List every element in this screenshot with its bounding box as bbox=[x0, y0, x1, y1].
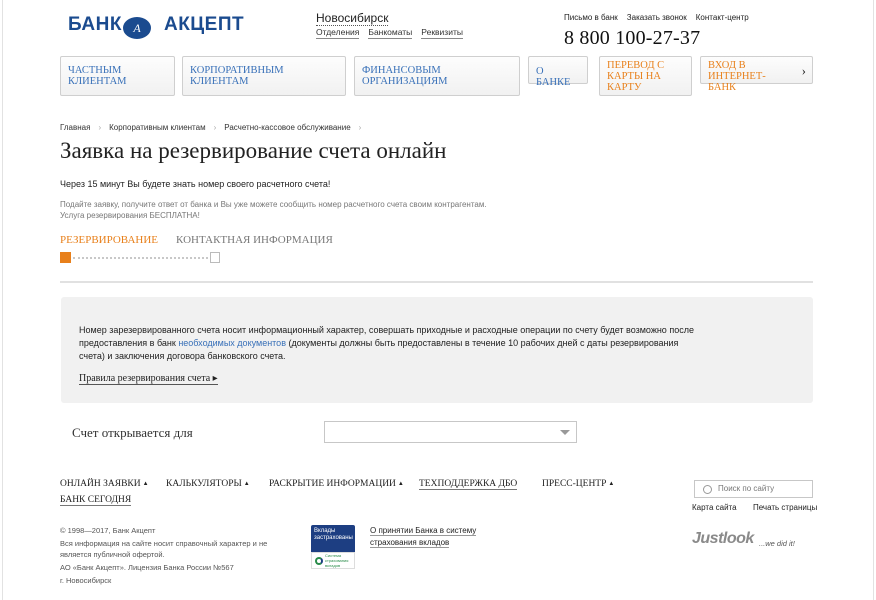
sub-navigation: Отделения Банкоматы Реквизиты bbox=[316, 27, 463, 39]
sitemap-link[interactable]: Карта сайта bbox=[692, 503, 737, 512]
deposit-insurance-line1: О принятии Банка в систему bbox=[370, 526, 477, 536]
menu-about[interactable]: О БАНКЕ bbox=[528, 56, 588, 88]
logo-mark: A bbox=[123, 17, 151, 39]
page-note: Подайте заявку, получите ответ от банка … bbox=[60, 199, 520, 221]
account-label: Счет открывается для bbox=[72, 425, 193, 440]
internet-bank-login-button[interactable]: ВХОД В ИНТЕРНЕТ-БАНК › bbox=[700, 56, 813, 93]
footer-online-requests[interactable]: ОНЛАЙН ЗАЯВКИ ▲ bbox=[60, 479, 149, 489]
triangle-up-icon: ▲ bbox=[397, 480, 404, 487]
footer-online-requests-label: ОНЛАЙН ЗАЯВКИ bbox=[60, 479, 141, 489]
tab-reservation[interactable]: РЕЗЕРВИРОВАНИЕ bbox=[60, 234, 158, 246]
bank-logo[interactable]: БАНК АКЦЕПТ bbox=[68, 14, 244, 36]
footer-press-center-label: ПРЕСС-ЦЕНТР bbox=[542, 479, 607, 489]
contact-center-link[interactable]: Контакт-центр bbox=[696, 13, 749, 22]
page-note-line1: Подайте заявку, получите ответ от банка … bbox=[60, 200, 487, 209]
triangle-up-icon: ▲ bbox=[608, 480, 615, 487]
reservation-rules-link[interactable]: Правила резервирования счета ▸ bbox=[79, 373, 218, 385]
city-selector[interactable]: Новосибирск bbox=[316, 11, 389, 26]
chevron-down-icon bbox=[560, 430, 570, 435]
license-text: АО «Банк Акцепт». Лицензия Банка России … bbox=[60, 563, 234, 572]
footer-disclosure[interactable]: РАСКРЫТИЕ ИНФОРМАЦИИ ▲ bbox=[269, 479, 404, 489]
menu-private-clients[interactable]: ЧАСТНЫМ КЛИЕНТАМ bbox=[60, 56, 175, 96]
city-text: г. Новосибирск bbox=[60, 576, 112, 585]
progress-final-step bbox=[210, 252, 220, 263]
badge-bottom: Система страхования вкладов bbox=[311, 552, 355, 569]
top-links: Письмо в банк Заказать звонок Контакт-це… bbox=[564, 13, 749, 22]
footer-calculators[interactable]: КАЛЬКУЛЯТОРЫ ▲ bbox=[166, 479, 250, 489]
phone-number: 8 800 100-27-37 bbox=[564, 27, 701, 49]
section-divider bbox=[60, 281, 813, 283]
info-box: Номер зарезервированного счета носит инф… bbox=[61, 297, 813, 403]
print-page-link[interactable]: Печать страницы bbox=[753, 503, 817, 512]
footer-press-center[interactable]: ПРЕСС-ЦЕНТР ▲ bbox=[542, 479, 614, 489]
progress-track bbox=[73, 257, 208, 259]
copyright-block: © 1998—2017, Банк Акцепт Вся информация … bbox=[60, 525, 280, 586]
page-note-line2: Услуга резервирования БЕСПЛАТНА! bbox=[60, 211, 200, 220]
required-documents-link[interactable]: необходимых документов bbox=[178, 338, 286, 348]
progress-current-step bbox=[60, 252, 71, 263]
subnav-atms[interactable]: Банкоматы bbox=[368, 27, 413, 39]
footer-bank-today-label: БАНК СЕГОДНЯ bbox=[60, 495, 132, 506]
tab-contact-info[interactable]: КОНТАКТНАЯ ИНФОРМАЦИЯ bbox=[176, 234, 333, 246]
step-progress bbox=[60, 252, 220, 263]
copyright-line: © 1998—2017, Банк Акцепт bbox=[60, 526, 156, 535]
account-type-select[interactable] bbox=[324, 421, 577, 443]
menu-card-transfer[interactable]: ПЕРЕВОД С КАРТЫ НА КАРТУ bbox=[599, 56, 692, 96]
page-title: Заявка на резервирование счета онлайн bbox=[60, 138, 447, 163]
chevron-right-icon: › bbox=[801, 63, 806, 78]
deposit-insurance-text[interactable]: О принятии Банка в систему страхования в… bbox=[370, 525, 477, 549]
logo-text: БАНК bbox=[68, 14, 122, 35]
breadcrumb-separator-icon: › bbox=[213, 123, 217, 132]
justlook-tagline: ...we did it! bbox=[759, 539, 795, 548]
breadcrumb-home[interactable]: Главная bbox=[60, 123, 90, 132]
callback-link[interactable]: Заказать звонок bbox=[627, 13, 687, 22]
breadcrumb: Главная › Корпоративным клиентам › Расче… bbox=[60, 123, 361, 132]
site-search-input[interactable]: Поиск по сайту bbox=[694, 480, 813, 498]
footer-calculators-label: КАЛЬКУЛЯТОРЫ bbox=[166, 479, 242, 489]
search-icon bbox=[703, 485, 712, 494]
footer-tech-support[interactable]: ТЕХПОДДЕРЖКА ДБО bbox=[419, 479, 518, 490]
triangle-up-icon: ▲ bbox=[142, 480, 149, 487]
badge-title: Вклады застрахованы bbox=[314, 528, 353, 541]
breadcrumb-separator-icon: › bbox=[98, 123, 102, 132]
triangle-up-icon: ▲ bbox=[243, 480, 250, 487]
page-lead: Через 15 минут Вы будете знать номер сво… bbox=[60, 179, 331, 189]
letter-link[interactable]: Письмо в банк bbox=[564, 13, 618, 22]
menu-financial-orgs[interactable]: ФИНАНСОВЫМ ОРГАНИЗАЦИЯМ bbox=[354, 56, 520, 96]
footer-disclosure-label: РАСКРЫТИЕ ИНФОРМАЦИИ bbox=[269, 479, 396, 489]
dia-logo-icon bbox=[315, 556, 323, 565]
logo-text-part2: АКЦЕПТ bbox=[163, 14, 245, 35]
disclaimer-text: Вся информация на сайте носит справочный… bbox=[60, 539, 268, 559]
breadcrumb-corporate[interactable]: Корпоративным клиентам bbox=[109, 123, 205, 132]
search-placeholder: Поиск по сайту bbox=[718, 484, 775, 493]
info-text: Номер зарезервированного счета носит инф… bbox=[79, 324, 699, 363]
step-tabs: РЕЗЕРВИРОВАНИЕ КОНТАКТНАЯ ИНФОРМАЦИЯ bbox=[60, 234, 333, 246]
deposit-insurance-badge[interactable]: Вклады застрахованы Система страхования … bbox=[311, 525, 355, 569]
breadcrumb-rko[interactable]: Расчетно-кассовое обслуживание bbox=[224, 123, 350, 132]
breadcrumb-separator-icon: › bbox=[358, 123, 362, 132]
subnav-branches[interactable]: Отделения bbox=[316, 27, 360, 39]
footer-tech-support-label: ТЕХПОДДЕРЖКА ДБО bbox=[419, 479, 518, 490]
badge-subtitle: Система страхования вкладов bbox=[325, 553, 349, 568]
justlook-logo[interactable]: Justlook bbox=[692, 530, 754, 548]
deposit-insurance-line2: страхования вкладов bbox=[370, 538, 450, 548]
menu-corporate-clients[interactable]: КОРПОРАТИВНЫМ КЛИЕНТАМ bbox=[182, 56, 346, 96]
footer-bank-today[interactable]: БАНК СЕГОДНЯ bbox=[60, 495, 132, 506]
subnav-requisites[interactable]: Реквизиты bbox=[421, 27, 463, 39]
